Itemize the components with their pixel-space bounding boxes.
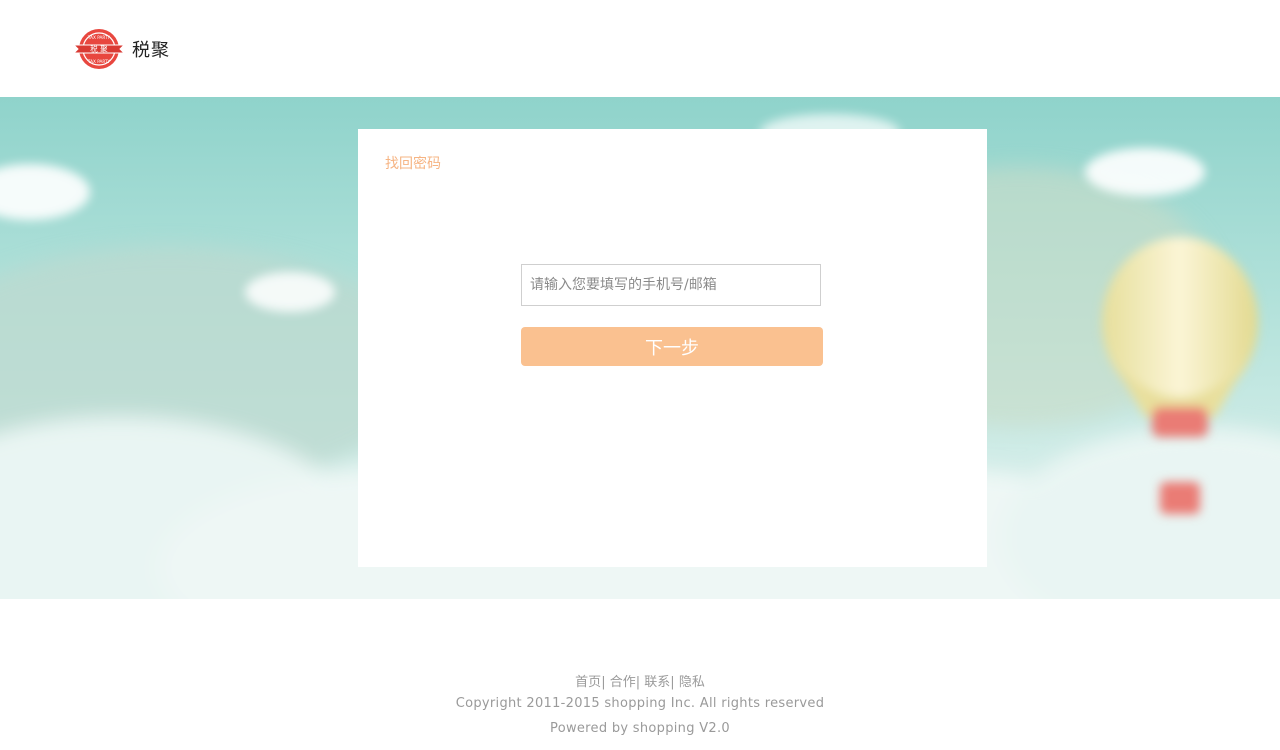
site-header: 税 聚 TAX PARTY TAX PARTY 税聚 — [0, 0, 1280, 97]
footer-link-privacy[interactable]: 隐私 — [679, 675, 705, 690]
hero-background: 找回密码 下一步 — [0, 97, 1280, 599]
card-title: 找回密码 — [385, 156, 441, 172]
footer-link-home[interactable]: 首页 — [575, 675, 601, 690]
next-step-button[interactable]: 下一步 — [521, 327, 823, 366]
logo-seal-icon: 税 聚 TAX PARTY TAX PARTY — [72, 29, 126, 69]
site-footer: 首页| 合作| 联系| 隐私 Copyright 2011-2015 shopp… — [0, 599, 1280, 750]
brand-name: 税聚 — [132, 40, 170, 61]
svg-text:TAX PARTY: TAX PARTY — [87, 35, 111, 40]
recover-password-card: 找回密码 下一步 — [358, 129, 987, 567]
account-input[interactable] — [521, 264, 821, 306]
footer-separator: | — [635, 675, 641, 690]
footer-links: 首页| 合作| 联系| 隐私 — [0, 671, 1280, 690]
footer-separator: | — [601, 675, 606, 690]
logo[interactable]: 税 聚 TAX PARTY TAX PARTY 税聚 — [72, 25, 182, 73]
footer-link-cooperation[interactable]: 合作 — [610, 675, 636, 690]
copyright-text: Copyright 2011-2015 shopping Inc. All ri… — [455, 696, 825, 711]
svg-text:税 聚: 税 聚 — [90, 44, 108, 54]
svg-text:TAX PARTY: TAX PARTY — [87, 59, 111, 64]
powered-by-text: Powered by shopping V2.0 — [550, 721, 730, 736]
footer-separator: | — [670, 675, 675, 690]
footer-link-contact[interactable]: 联系 — [644, 675, 670, 690]
